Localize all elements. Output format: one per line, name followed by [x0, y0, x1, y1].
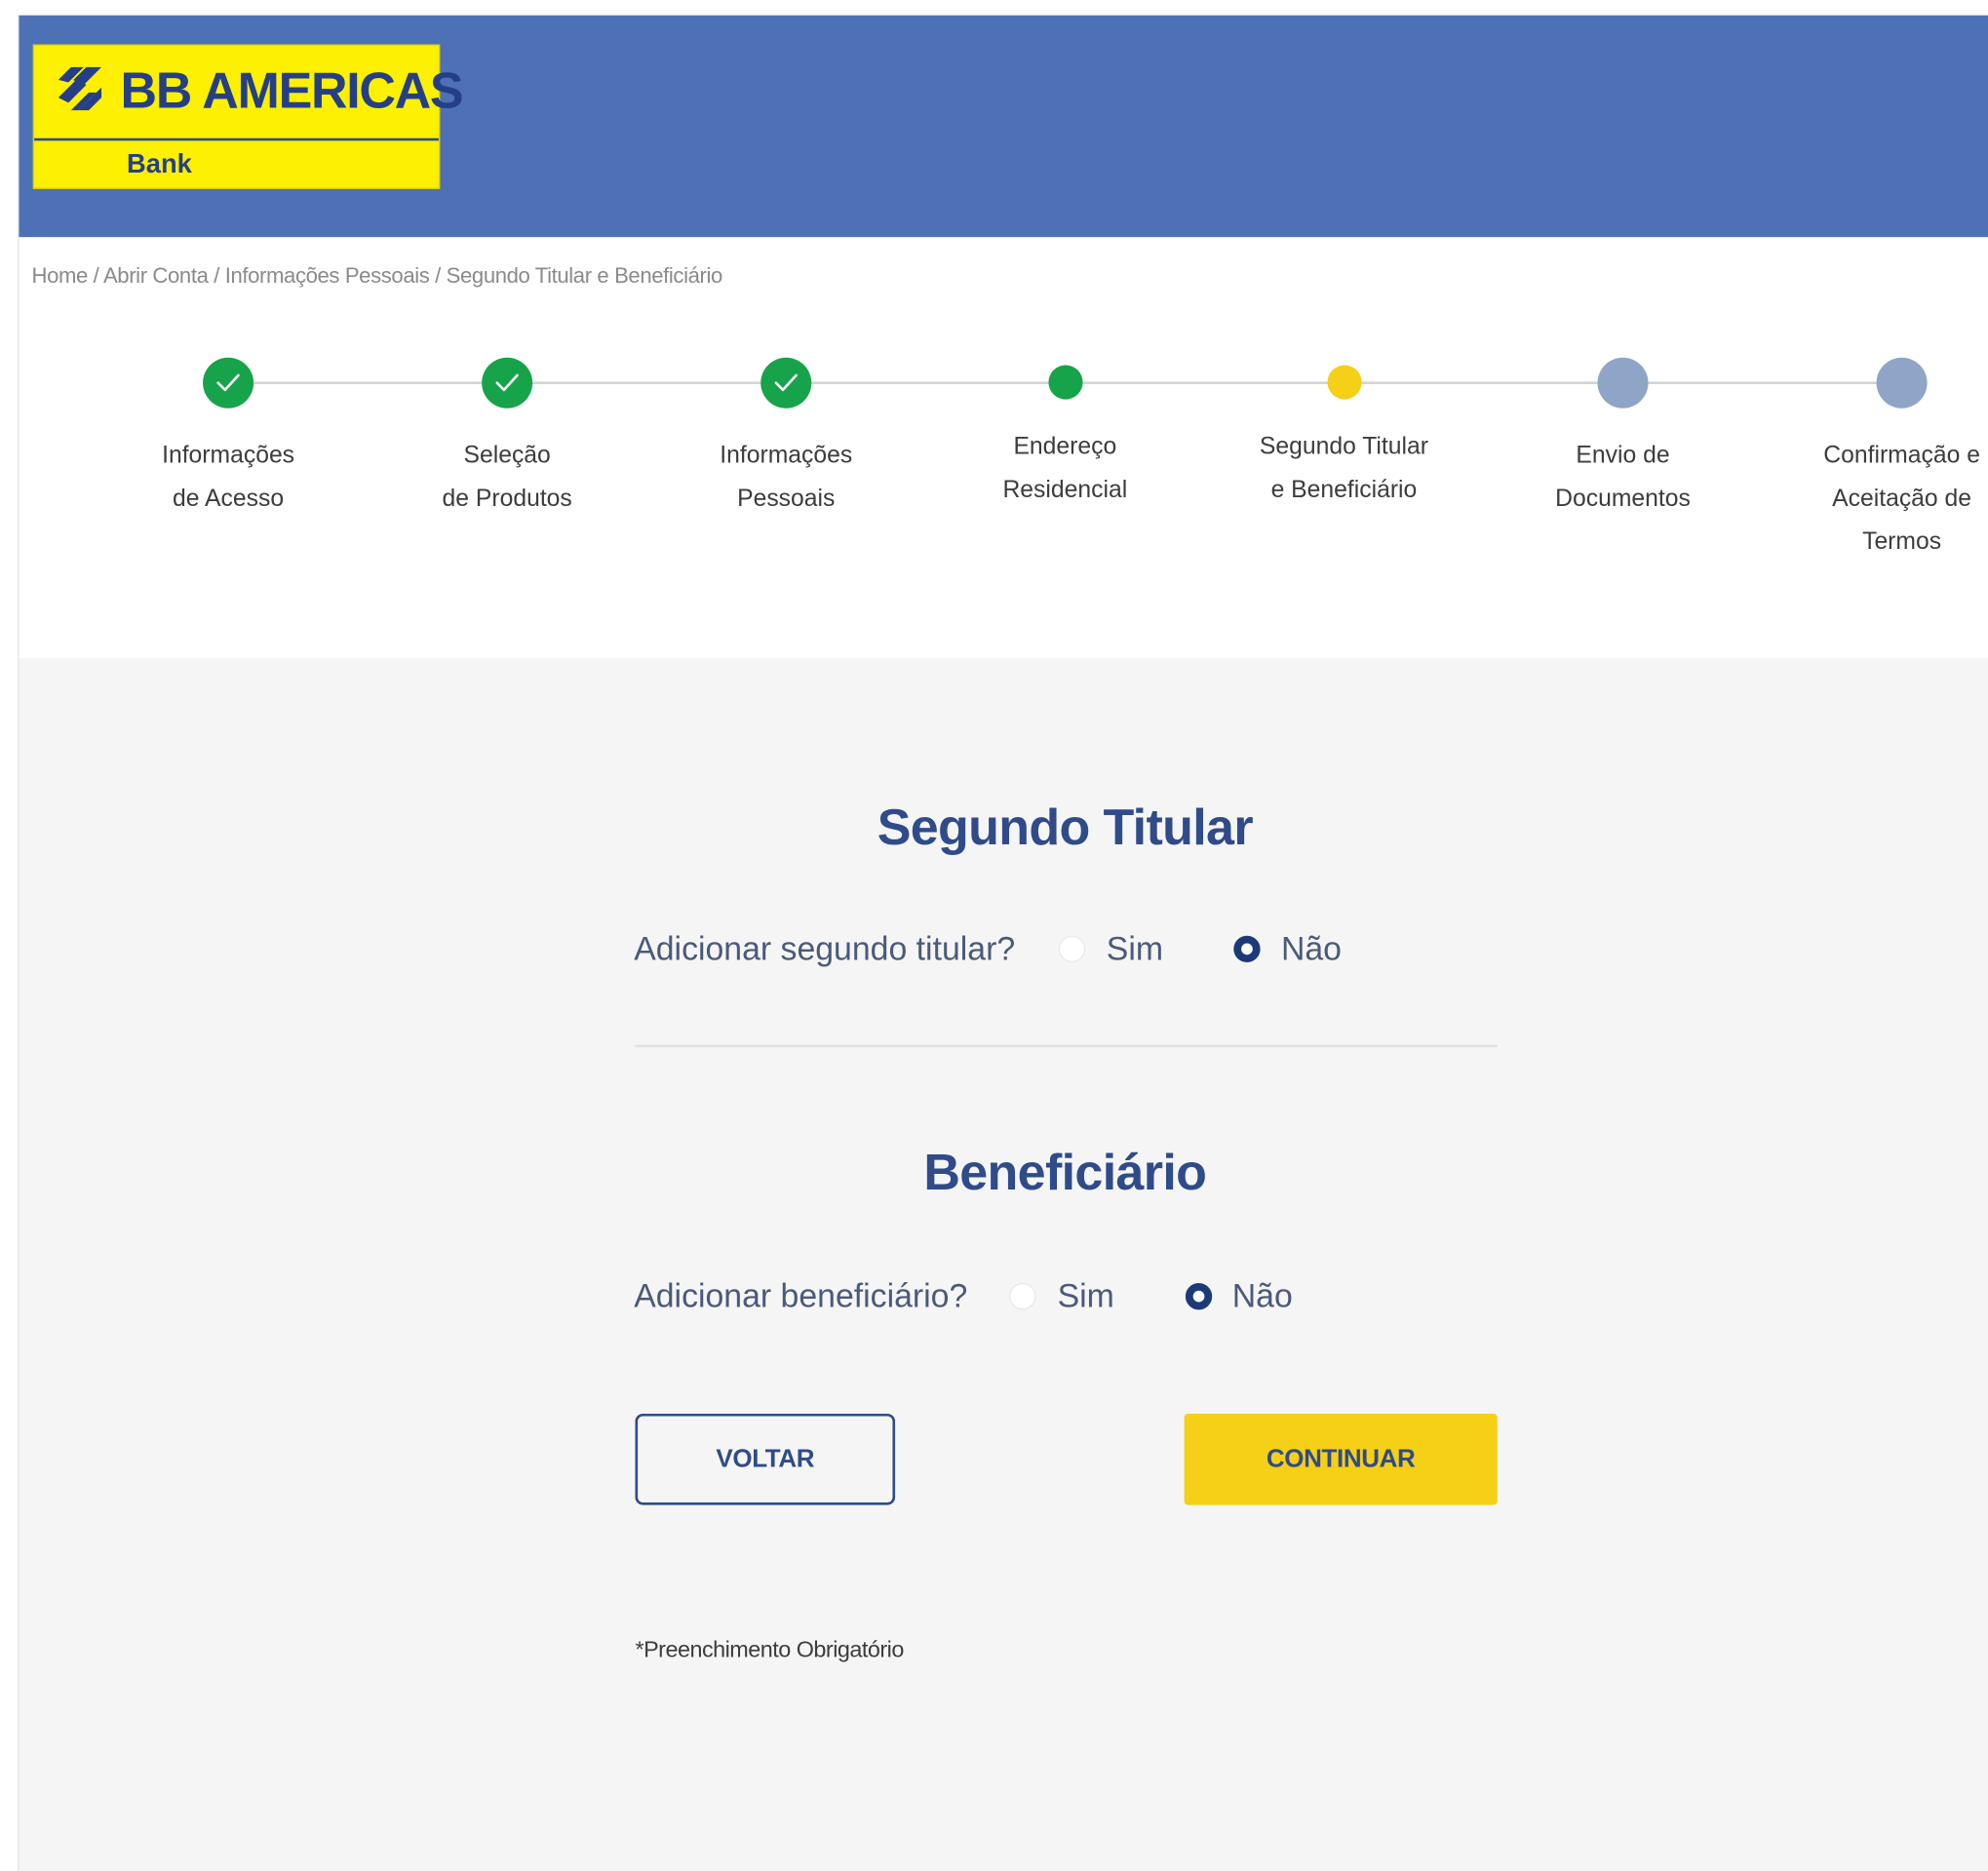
beneficiary-title: Beneficiário: [923, 1145, 1207, 1201]
radio-label-yes: Sim: [1057, 1276, 1114, 1315]
beneficiary-no-radio[interactable]: Não: [1185, 1276, 1293, 1316]
second-holder-title: Segundo Titular: [877, 799, 1254, 856]
step-label-line: e Beneficiário: [1270, 476, 1418, 504]
step-status-completed-icon: [760, 357, 812, 409]
step-5: Segundo Titular e Beneficiário: [1217, 347, 1470, 512]
radio-checked-icon[interactable]: [1233, 935, 1262, 963]
bb-logo-icon: [58, 66, 102, 111]
step-label: Envio de Documentos: [1496, 435, 1749, 521]
check-icon: [216, 373, 240, 392]
logo-divider: [34, 137, 439, 141]
radio-checked-icon[interactable]: [1185, 1283, 1212, 1310]
check-icon: [774, 373, 798, 392]
step-label-line: Informações: [720, 442, 853, 470]
step-3: Informações Pessoais: [659, 347, 913, 521]
radio-unchecked-icon[interactable]: [1009, 1283, 1036, 1310]
step-label-line: de Produtos: [442, 486, 572, 513]
step-label: Seleção de Produtos: [380, 435, 634, 521]
beneficiary-yes-radio[interactable]: Sim: [1009, 1277, 1114, 1316]
step-4: Endereço Residencial: [938, 347, 1191, 512]
step-label: Endereço Residencial: [938, 426, 1191, 512]
radio-label-yes: Sim: [1106, 929, 1164, 968]
step-label-line: Segundo Titular: [1259, 433, 1428, 461]
breadcrumb: Home / Abrir Conta / Informações Pessoai…: [31, 263, 723, 289]
step-2: Seleção de Produtos: [380, 347, 634, 521]
beneficiary-question-row: Adicionar beneficiário? Sim Não: [634, 1277, 1293, 1316]
step-label-line: de Acesso: [173, 486, 285, 513]
second-holder-question-row: Adicionar segundo titular? Sim Não: [634, 929, 1342, 968]
radio-unchecked-icon[interactable]: [1058, 935, 1085, 963]
step-status-pending-icon: [1876, 357, 1928, 409]
step-label-line: Aceitação de: [1832, 486, 1972, 513]
logo-name: BB AMERICAS: [120, 63, 464, 120]
second-holder-no-radio[interactable]: Não: [1233, 929, 1342, 968]
step-status-completed-icon: [203, 357, 254, 409]
bb-americas-logo[interactable]: BB AMERICAS Bank: [32, 44, 464, 189]
required-fields-note: *Preenchimento Obrigatório: [635, 1636, 905, 1662]
step-label-line: Confirmação e: [1823, 442, 1980, 470]
beneficiary-question: Adicionar beneficiário?: [634, 1276, 968, 1315]
page-scaler: BB AMERICAS Bank Home / Abrir Conta / In…: [0, 0, 1988, 1871]
step-label-line: Termos: [1862, 528, 1942, 556]
back-button[interactable]: VOLTAR: [635, 1413, 896, 1505]
form-content: Segundo Titular Adicionar segundo titula…: [19, 657, 1988, 1871]
step-label-line: Endereço: [1013, 433, 1117, 461]
step-label-line: Informações: [162, 442, 295, 470]
step-label: Informações de Acesso: [101, 435, 355, 521]
step-label: Informações Pessoais: [659, 435, 913, 521]
step-label-line: Residencial: [1002, 476, 1128, 504]
step-6: Envio de Documentos: [1496, 347, 1749, 521]
check-icon: [495, 373, 519, 392]
step-label-line: Documentos: [1555, 486, 1691, 513]
page: BB AMERICAS Bank Home / Abrir Conta / In…: [0, 0, 1988, 1871]
second-holder-question: Adicionar segundo titular?: [634, 929, 1016, 968]
step-status-pending-icon: [1597, 357, 1649, 409]
step-label: Segundo Titular e Beneficiário: [1217, 426, 1470, 512]
progress-stepper: Informações de Acesso Seleção de Produtos In…: [19, 347, 1988, 601]
site-header: BB AMERICAS Bank: [19, 15, 1988, 238]
step-label-line: Seleção: [463, 442, 551, 470]
radio-label-no: Não: [1231, 1276, 1293, 1315]
step-label-line: Envio de: [1576, 442, 1670, 470]
step-status-current-icon: [1326, 365, 1361, 400]
step-7: Confirmação e Aceitação de Termos: [1775, 347, 1988, 564]
step-label: Confirmação e Aceitação de Termos: [1775, 435, 1988, 565]
step-status-done-icon: [1047, 365, 1082, 400]
step-status-completed-icon: [482, 357, 533, 409]
browser-viewport: BB AMERICAS Bank Home / Abrir Conta / In…: [18, 15, 1988, 1871]
step-label-line: Pessoais: [737, 486, 836, 513]
second-holder-yes-radio[interactable]: Sim: [1058, 929, 1163, 968]
logo-subtitle: Bank: [127, 149, 192, 179]
section-divider: [635, 1044, 1498, 1048]
continue-button[interactable]: CONTINUAR: [1184, 1413, 1498, 1505]
step-1: Informações de Acesso: [101, 347, 355, 521]
radio-label-no: Não: [1280, 929, 1342, 968]
